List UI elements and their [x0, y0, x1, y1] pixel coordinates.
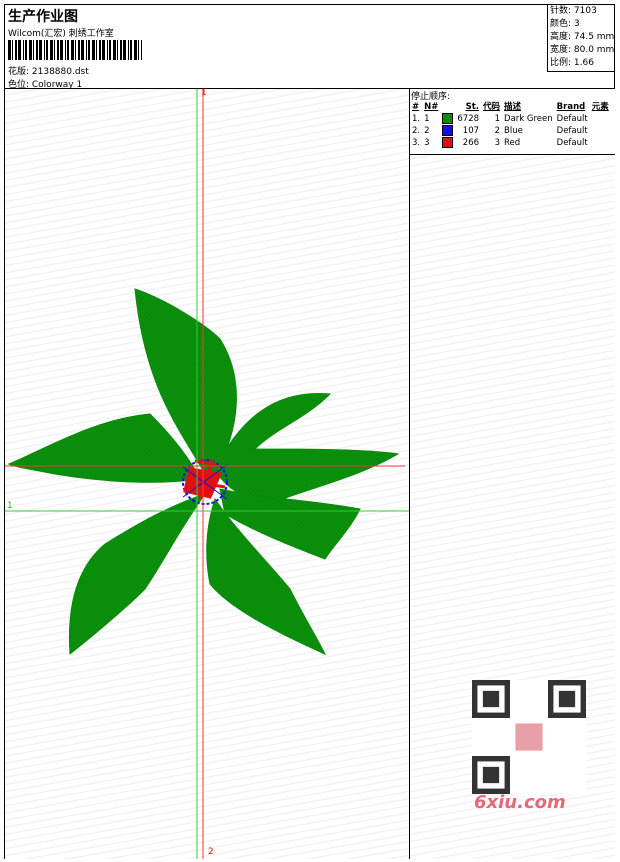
page-title: 生产作业图: [8, 9, 78, 25]
watermark-site: 6xiu.com: [474, 792, 566, 813]
qr-code[interactable]: [472, 680, 586, 794]
legend-row[interactable]: 3. 3 266 3 Red Default: [410, 137, 611, 149]
col-n: N#: [424, 102, 439, 112]
design-canvas[interactable]: 1 2 1: [5, 88, 409, 859]
col-index: #: [412, 102, 420, 112]
color-legend: 停止顺序: # N# St. 代码 描述 Brand 元素 1. 1 6728 …: [410, 89, 615, 155]
row-desc: Dark Green: [504, 114, 553, 124]
legend-row[interactable]: 1. 1 6728 1 Dark Green Default: [410, 113, 611, 125]
stats-box: 针数: 7103 颜色: 3 高度: 74.5 mm 宽度: 80.0 mm 比…: [547, 4, 615, 72]
row-desc: Blue: [504, 126, 523, 136]
row-brand: Default: [556, 126, 588, 136]
row-stitches: 107: [462, 126, 480, 136]
col-stitches: St.: [465, 102, 480, 112]
color-count: 颜色: 3: [550, 19, 580, 29]
petal-lower-left: [68, 493, 207, 655]
row-code: 1: [494, 114, 501, 124]
axis-label-left: 1: [7, 501, 13, 511]
row-code: 3: [494, 138, 501, 148]
stop-sequence-panel: 停止顺序: # N# St. 代码 描述 Brand 元素 1. 1 6728 …: [409, 89, 615, 859]
company-name: Wilcom(汇宏) 刺绣工作室: [8, 29, 114, 39]
row-brand: Default: [556, 114, 588, 124]
design-file-name: 花版: 2138880.dst: [8, 67, 89, 77]
row-desc: Red: [504, 138, 521, 148]
header-panel: 生产作业图 Wilcom(汇宏) 刺绣工作室 花版: 2138880.dst 色…: [4, 4, 615, 90]
col-element: 元素: [591, 102, 609, 112]
legend-header-row: # N# St. 代码 描述 Brand 元素: [410, 101, 611, 113]
axis-label-top: 1: [201, 88, 207, 98]
row-stitches: 266: [462, 138, 480, 148]
color-swatch: [442, 113, 454, 124]
stitch-count: 针数: 7103: [550, 6, 597, 16]
scale-ratio: 比例: 1.66: [550, 58, 594, 68]
row-n: 1: [424, 114, 430, 124]
col-desc: 描述: [504, 102, 522, 112]
barcode: [8, 40, 142, 60]
row-code: 2: [494, 126, 501, 136]
legend-table: # N# St. 代码 描述 Brand 元素 1. 1 6728 1 Dark…: [410, 101, 611, 149]
row-n: 3: [424, 138, 430, 148]
color-swatch: [442, 125, 454, 136]
col-code: 代码: [483, 102, 501, 112]
col-brand: Brand: [556, 102, 586, 112]
row-index: 1.: [412, 114, 421, 124]
design-width: 宽度: 80.0 mm: [550, 45, 615, 55]
legend-row[interactable]: 2. 2 107 2 Blue Default: [410, 125, 611, 137]
axis-label-bottom: 2: [208, 847, 214, 857]
petal-upper-right: [214, 392, 400, 505]
row-index: 3.: [412, 138, 421, 148]
row-index: 2.: [412, 126, 421, 136]
row-n: 2: [424, 126, 430, 136]
row-brand: Default: [556, 138, 588, 148]
design-height: 高度: 74.5 mm: [550, 32, 615, 42]
row-stitches: 6728: [457, 114, 480, 124]
embroidery-preview: [5, 89, 409, 859]
color-swatch: [442, 137, 454, 148]
petal-left: [7, 413, 201, 483]
